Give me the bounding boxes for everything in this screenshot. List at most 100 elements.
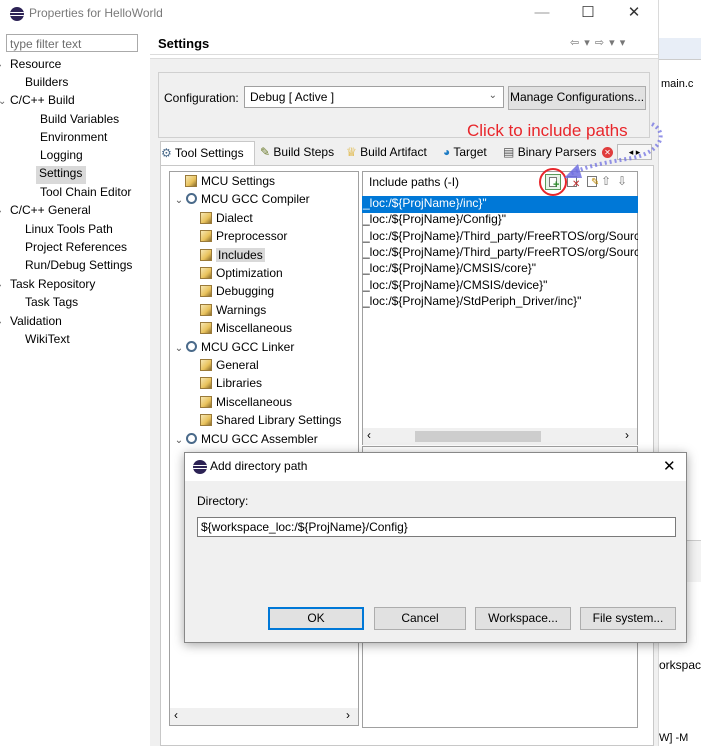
include-path-row[interactable]: _loc:/${ProjName}/Third_party/FreeRTOS/o… <box>362 229 638 246</box>
chevron-down-icon[interactable]: ⌄ <box>172 195 186 206</box>
tree-item-2[interactable]: ⌄ C/C++ Build <box>0 93 75 111</box>
history-nav[interactable]: ⇦ ▾ ⇨ ▾ ▾ <box>570 36 626 49</box>
eclipse-icon <box>193 460 207 474</box>
manage-configurations-button[interactable]: Manage Configurations... <box>508 86 646 110</box>
chevron-right-icon[interactable]: › <box>0 60 10 71</box>
tree-item-15[interactable]: WikiText <box>25 332 70 350</box>
include-path-row[interactable]: _loc:/${ProjName}/Config}" <box>362 212 638 229</box>
filter-input[interactable]: type filter text <box>6 34 138 52</box>
minimize-button[interactable]: — <box>519 0 565 28</box>
tab-tool-settings[interactable]: ⚙ Tool Settings <box>160 141 255 165</box>
tool-tree-label: General <box>216 358 259 372</box>
tree-item-5[interactable]: Logging <box>40 148 83 166</box>
background-text-2: W] -M <box>659 732 689 744</box>
file-system-button[interactable]: File system... <box>580 607 676 630</box>
tool-tree-label: Miscellaneous <box>216 321 293 336</box>
workspace-button[interactable]: Workspace... <box>475 607 571 630</box>
tool-tree-item[interactable]: Debugging <box>200 284 274 302</box>
tool-tree-label: Miscellaneous <box>216 394 293 409</box>
scroll-right-icon[interactable]: › <box>346 708 350 722</box>
tree-item-14[interactable]: ›Validation <box>0 314 62 332</box>
divider <box>150 54 658 55</box>
tree-item-8[interactable]: ›C/C++ General <box>0 203 91 221</box>
tree-item-6[interactable]: Settings <box>36 166 86 184</box>
tool-tree-item[interactable]: Libraries <box>200 376 262 394</box>
page-icon <box>200 285 212 298</box>
include-path-row[interactable]: _loc:/${ProjName}/StdPeriph_Driver/inc}" <box>362 294 638 311</box>
page-icon <box>200 377 212 390</box>
tool-tree-item[interactable]: ⌄ MCU GCC Assembler <box>172 432 318 450</box>
include-path-row[interactable]: _loc:/${ProjName}/inc}" <box>362 196 638 213</box>
chevron-right-icon[interactable]: › <box>0 206 10 217</box>
tree-item-7[interactable]: Tool Chain Editor <box>40 185 131 203</box>
tree-item-4[interactable]: Environment <box>40 130 107 148</box>
tool-tree-item[interactable]: Includes <box>200 247 265 266</box>
tree-item-3[interactable]: Build Variables <box>40 112 119 130</box>
tab-build-steps[interactable]: ✎ Build Steps <box>260 141 334 163</box>
include-path-row[interactable]: _loc:/${ProjName}/CMSIS/core}" <box>362 261 638 278</box>
tool-tree-item[interactable]: Preprocessor <box>200 229 287 247</box>
dialog-close-button[interactable]: ✕ <box>663 457 676 475</box>
background-tab: main.c <box>661 78 694 90</box>
eclipse-icon <box>10 7 24 21</box>
tree-item-0[interactable]: ›Resource <box>0 57 61 75</box>
tool-tree-item[interactable]: Optimization <box>200 266 283 284</box>
tab-build-artifact[interactable]: ♕ Build Artifact <box>346 141 427 163</box>
chevron-down-icon[interactable]: ⌄ <box>0 96 10 107</box>
tree-item-10[interactable]: Project References <box>25 240 127 258</box>
chevron-right-icon[interactable]: › <box>0 317 10 328</box>
tool-tree-item[interactable]: Miscellaneous <box>200 321 292 339</box>
chevron-down-icon[interactable]: ⌄ <box>172 343 186 354</box>
ok-button[interactable]: OK <box>268 607 364 630</box>
tree-horizontal-scrollbar[interactable]: ‹ › <box>170 708 358 725</box>
tree-item-label: C/C++ Build <box>10 93 75 107</box>
directory-label: Directory: <box>197 494 249 508</box>
scroll-left-icon[interactable]: ‹ <box>174 708 178 722</box>
cancel-button[interactable]: Cancel <box>374 607 466 630</box>
scroll-right-icon[interactable]: › <box>625 428 629 442</box>
tool-tree-item[interactable]: ⌄ MCU GCC Linker <box>172 340 295 358</box>
page-title: Settings <box>158 36 210 51</box>
tool-tree-item[interactable]: Miscellaneous <box>200 395 292 413</box>
tool-tree-label: Preprocessor <box>216 229 288 244</box>
scrollbar-thumb[interactable] <box>415 431 541 442</box>
include-paths-header: Include paths (-I) <box>369 175 460 189</box>
tree-item-label: Settings <box>39 166 83 180</box>
tool-tree-label: Includes <box>216 247 265 262</box>
tool-tree-item[interactable]: Shared Library Settings <box>200 413 341 431</box>
directory-input[interactable]: ${workspace_loc:/${ProjName}/Config} <box>197 517 676 537</box>
tool-tree-item[interactable]: Dialect <box>200 211 253 229</box>
tree-item-label: Task Repository <box>10 277 96 291</box>
chevron-right-icon[interactable]: › <box>0 280 10 291</box>
tool-tree-label: MCU GCC Assembler <box>201 431 318 446</box>
tool-tree-item[interactable]: General <box>200 358 259 376</box>
scroll-left-icon[interactable]: ‹ <box>367 428 371 442</box>
tool-tree-label: Optimization <box>216 266 283 280</box>
tree-item-9[interactable]: Linux Tools Path <box>25 222 113 240</box>
configuration-select[interactable]: Debug [ Active ] ⌄ <box>244 86 504 108</box>
tree-item-label: Run/Debug Settings <box>25 258 133 272</box>
binary-parsers-icon: ▤ <box>503 145 515 159</box>
annotation-arrow <box>564 122 663 178</box>
tool-tree-label: MCU GCC Compiler <box>201 192 310 207</box>
page-icon <box>200 211 212 224</box>
tool-tree-item[interactable]: Warnings <box>200 303 266 321</box>
tool-tree-item[interactable]: MCU Settings <box>185 174 275 192</box>
tree-item-12[interactable]: ›Task Repository <box>0 277 95 295</box>
maximize-button[interactable]: ☐ <box>565 0 611 28</box>
tree-item-1[interactable]: Builders <box>25 75 68 93</box>
tree-item-13[interactable]: Task Tags <box>25 295 78 313</box>
include-path-row[interactable]: _loc:/${ProjName}/CMSIS/device}" <box>362 278 638 295</box>
include-path-row[interactable]: _loc:/${ProjName}/Third_party/FreeRTOS/o… <box>362 245 638 262</box>
tool-tree-label: MCU Settings <box>201 174 276 188</box>
tree-item-11[interactable]: Run/Debug Settings <box>25 258 132 276</box>
window-title: Properties for HelloWorld <box>29 6 163 20</box>
close-button[interactable]: ✕ <box>611 0 657 28</box>
page-icon <box>200 359 212 371</box>
paths-horizontal-scrollbar[interactable]: ‹ › <box>363 428 637 445</box>
build-artifact-icon: ♕ <box>346 145 357 159</box>
tab-target[interactable]: ◕ Target <box>443 141 487 163</box>
tool-tree-item[interactable]: ⌄ MCU GCC Compiler <box>172 192 310 210</box>
page-icon <box>200 230 212 243</box>
chevron-down-icon[interactable]: ⌄ <box>172 435 186 446</box>
